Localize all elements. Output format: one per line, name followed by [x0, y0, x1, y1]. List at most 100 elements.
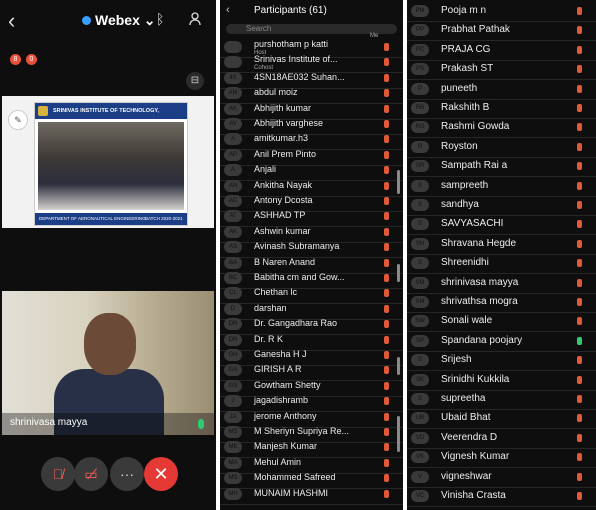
- list-item[interactable]: PS Prakash ST: [407, 60, 596, 81]
- speaker-video[interactable]: shrinivasa mayya: [2, 291, 214, 435]
- avatar: S: [411, 393, 429, 405]
- participant-name: Vignesh Kumar: [441, 451, 510, 463]
- slide-title: SRINIVAS INSTITUTE OF TECHNOLOGY, MANGAL…: [35, 103, 187, 130]
- mic-muted-icon: [577, 45, 582, 54]
- mic-muted-icon: [384, 304, 389, 313]
- mic-muted-icon: [577, 123, 582, 132]
- list-item[interactable]: SM shrivathsa mogra: [407, 293, 596, 313]
- list-item[interactable]: RB Rakshith B: [407, 99, 596, 119]
- participant-name: purshotham p katti: [254, 39, 329, 49]
- participant-name: MUNAIM HASHMI: [254, 487, 328, 498]
- avatar: JA: [224, 410, 242, 423]
- bluetooth-icon[interactable]: ᛒ: [156, 11, 164, 27]
- list-item[interactable]: VD Veerendra D: [407, 429, 596, 449]
- list-item[interactable]: SM shrinivasa mayya: [407, 274, 596, 294]
- back-chevron-icon[interactable]: ‹: [226, 4, 230, 16]
- participant-name: Dr. R K: [254, 333, 284, 344]
- status-badge: 8: [10, 54, 21, 65]
- list-item[interactable]: VK Vignesh Kumar: [407, 448, 596, 469]
- end-call-button[interactable]: ✕: [144, 457, 178, 491]
- avatar: [224, 41, 242, 53]
- mic-muted-icon: [384, 428, 389, 436]
- meeting-panel: ‹ Webex ⌄ ᛒ 80 ⊟ ✎ SRINIVAS INSTITUTE OF…: [0, 0, 216, 510]
- list-item[interactable]: SR Sampath Rai a: [407, 157, 596, 178]
- scrollbar[interactable]: [397, 264, 400, 282]
- avatar: UB: [411, 412, 429, 425]
- list-item[interactable]: MH MUNAIM HASHMI: [220, 485, 403, 505]
- participant-name: Anjali: [254, 164, 277, 175]
- mic-muted-icon: [384, 166, 389, 175]
- avatar: D: [224, 302, 242, 315]
- scrollbar[interactable]: [397, 357, 400, 375]
- participant-name: SAVYASACHI: [441, 218, 504, 230]
- participant-name: Srinidhi Kukkila: [441, 373, 510, 385]
- mic-muted-icon: [384, 58, 389, 67]
- list-item[interactable]: VC Vinisha Crasta: [407, 487, 596, 507]
- mic-muted-icon: [384, 150, 389, 159]
- scrollbar[interactable]: [397, 416, 400, 452]
- avatar: AN: [224, 179, 242, 192]
- list-item[interactable]: SW Sonali wale: [407, 312, 596, 333]
- video-button[interactable]: ▭̸: [74, 457, 108, 491]
- list-item[interactable]: SP Spandana poojary: [407, 332, 596, 352]
- mic-muted-icon: [384, 197, 389, 205]
- list-item[interactable]: Ppuneeth: [407, 80, 596, 100]
- list-item[interactable]: Vvigneshwar: [407, 468, 596, 488]
- mic-muted-icon: [384, 458, 389, 467]
- mute-button[interactable]: 🎙̸: [41, 457, 75, 491]
- back-chevron-icon[interactable]: ‹: [8, 8, 15, 34]
- avatar: CL: [224, 287, 242, 300]
- avatar: DR: [224, 333, 242, 346]
- mic-active-icon: [198, 419, 204, 429]
- participant-name: Anil Prem Pinto: [254, 148, 317, 159]
- participant-name: Prabhat Pathak: [441, 24, 510, 36]
- avatar: S: [411, 218, 429, 231]
- mic-muted-icon: [577, 472, 582, 481]
- list-item[interactable]: S SAVYASACHI: [407, 215, 596, 236]
- list-item[interactable]: RG Rashmi Gowda: [407, 118, 596, 139]
- mic-muted-icon: [384, 227, 389, 236]
- avatar: A: [224, 164, 242, 177]
- list-item[interactable]: Ssupreetha: [407, 390, 596, 410]
- list-item[interactable]: SH Shravana Hegde: [407, 235, 596, 255]
- participant-name: 4SN18AE032 Suhan...: [254, 71, 345, 82]
- list-item[interactable]: Ssampreeth: [407, 177, 596, 197]
- annotate-icon[interactable]: ✎: [8, 110, 28, 130]
- mic-muted-icon: [384, 181, 389, 190]
- list-item[interactable]: UB Ubaid Bhat: [407, 409, 596, 430]
- participant-name: Abhijith varghese: [254, 118, 324, 128]
- mic-muted-icon: [577, 278, 582, 287]
- list-item[interactable]: S Shreenidhi: [407, 254, 596, 275]
- list-item[interactable]: S Srijesh: [407, 351, 596, 372]
- mic-muted-icon: [384, 351, 389, 359]
- avatar: PP: [411, 24, 429, 37]
- app-title[interactable]: Webex ⌄: [82, 12, 156, 29]
- avatar: A: [224, 133, 242, 146]
- list-item[interactable]: PP Prabhat Pathak: [407, 21, 596, 42]
- avatar: P: [411, 82, 429, 95]
- mic-muted-icon: [577, 298, 582, 306]
- list-item[interactable]: PM Pooja m n: [407, 2, 596, 22]
- list-item[interactable]: Ssandhya: [407, 196, 596, 216]
- list-item[interactable]: PC PRAJA CG: [407, 41, 596, 61]
- avatar: AM: [224, 87, 242, 100]
- scrollbar[interactable]: [397, 170, 400, 194]
- mic-muted-icon: [384, 73, 389, 82]
- avatar: RG: [411, 121, 429, 134]
- participant-name: Avinash Subramanya: [254, 241, 340, 252]
- shared-content[interactable]: ✎ SRINIVAS INSTITUTE OF TECHNOLOGY, MANG…: [2, 96, 214, 228]
- shared-slide: SRINIVAS INSTITUTE OF TECHNOLOGY, MANGAL…: [34, 102, 188, 226]
- participant-name: abdul moiz: [254, 87, 298, 98]
- participant-name: Ankitha Nayak: [254, 179, 313, 190]
- avatar: [224, 56, 242, 69]
- avatar: SM: [411, 276, 429, 289]
- avatar: SM: [411, 296, 429, 308]
- mic-muted-icon: [577, 142, 582, 151]
- layout-toggle-icon[interactable]: ⊟: [186, 72, 204, 90]
- participant-name: Srinivas Institute of...: [254, 54, 338, 65]
- list-item[interactable]: R Royston: [407, 138, 596, 158]
- list-item[interactable]: SK Srinidhi Kukkila: [407, 371, 596, 391]
- participants-icon[interactable]: [189, 12, 203, 26]
- more-button[interactable]: ···: [110, 457, 144, 491]
- avatar: DR: [224, 318, 242, 331]
